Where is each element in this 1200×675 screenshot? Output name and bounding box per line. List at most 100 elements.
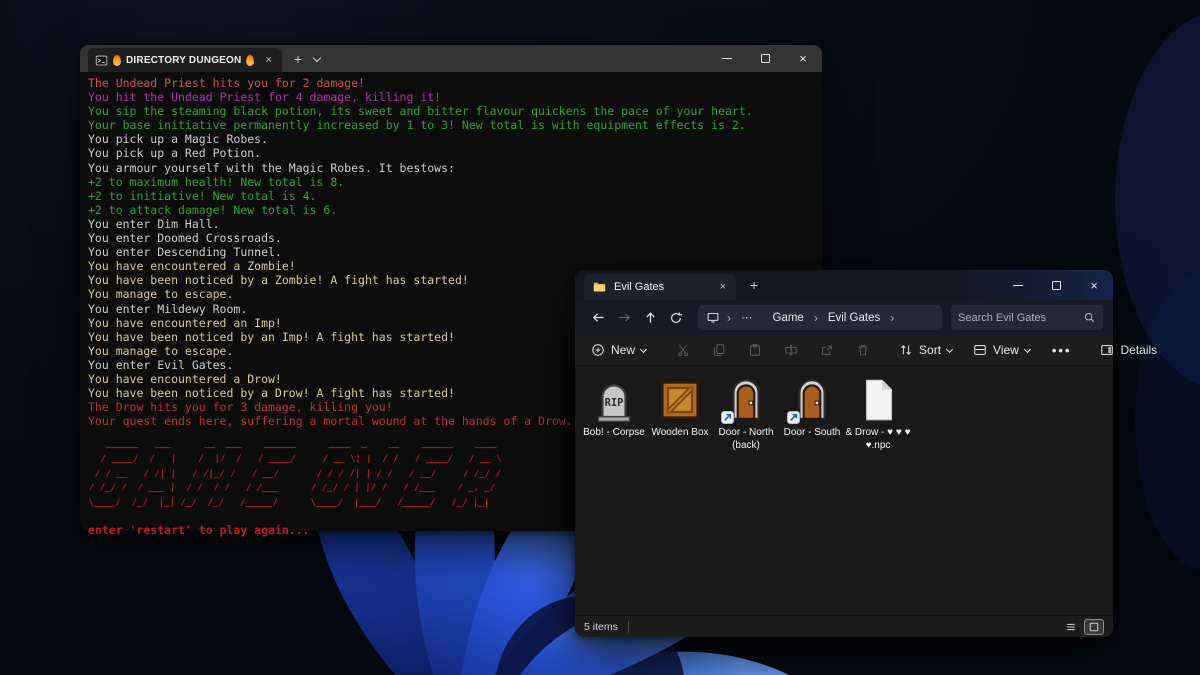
terminal-log-line: +2 to maximum health! New total is 8. bbox=[88, 175, 814, 189]
cut-button[interactable] bbox=[669, 340, 697, 360]
divider bbox=[628, 621, 629, 633]
shortcut-arrow-icon bbox=[787, 411, 800, 424]
file-grid[interactable]: RIP Bob! - Corpse Wooden Box Door - Nort… bbox=[575, 366, 1113, 615]
terminal-log-line: +2 to attack damage! New total is 6. bbox=[88, 203, 814, 217]
terminal-window-controls: × bbox=[708, 45, 822, 72]
file-label: Bob! - Corpse bbox=[581, 427, 647, 440]
search-input[interactable] bbox=[958, 312, 1079, 324]
file-tile[interactable]: Wooden Box bbox=[647, 375, 713, 440]
file-icon: RIP bbox=[589, 375, 639, 425]
address-bar[interactable]: › ··· Game › Evil Gates › bbox=[698, 305, 942, 330]
terminal-tab[interactable]: DIRECTORY DUNGEON × bbox=[88, 48, 282, 72]
shortcut-arrow-icon bbox=[721, 411, 734, 424]
back-button[interactable] bbox=[585, 305, 611, 331]
list-view-toggle[interactable] bbox=[1061, 619, 1081, 635]
paste-icon bbox=[748, 343, 762, 357]
more-options-button[interactable]: ••• bbox=[1045, 340, 1079, 361]
file-icon bbox=[787, 375, 837, 425]
search-box bbox=[951, 305, 1103, 330]
breadcrumb-chevron: › bbox=[887, 311, 897, 325]
chevron-down-icon bbox=[641, 347, 647, 353]
rename-button[interactable] bbox=[777, 340, 805, 360]
close-button[interactable]: × bbox=[784, 45, 822, 72]
new-tab-button[interactable]: + bbox=[294, 52, 302, 66]
explorer-statusbar: 5 items bbox=[575, 615, 1113, 637]
breadcrumb-overflow[interactable]: ··· bbox=[738, 311, 756, 325]
items-count: 5 items bbox=[584, 621, 618, 633]
rename-icon bbox=[784, 343, 798, 357]
copy-icon bbox=[712, 343, 726, 357]
breadcrumb-chevron: › bbox=[811, 311, 821, 325]
terminal-log-line: You hit the Undead Priest for 4 damage, … bbox=[88, 90, 814, 104]
search-icon bbox=[1083, 311, 1096, 324]
sort-button[interactable]: Sort bbox=[893, 340, 959, 360]
folder-icon bbox=[592, 280, 607, 294]
copy-button[interactable] bbox=[705, 340, 733, 360]
explorer-tab[interactable]: Evil Gates × bbox=[584, 274, 736, 300]
file-tile[interactable]: RIP Bob! - Corpse bbox=[581, 375, 647, 440]
details-button[interactable]: Details bbox=[1094, 340, 1163, 360]
up-button[interactable] bbox=[637, 305, 663, 331]
thumbnail-view-toggle[interactable] bbox=[1084, 619, 1104, 635]
explorer-navbar: › ··· Game › Evil Gates › bbox=[575, 300, 1113, 335]
refresh-button[interactable] bbox=[663, 305, 689, 331]
delete-button[interactable] bbox=[849, 340, 877, 360]
file-icon bbox=[655, 375, 705, 425]
sort-button-label: Sort bbox=[919, 343, 941, 357]
refresh-icon bbox=[669, 311, 683, 325]
file-explorer-window: Evil Gates × + × › ··· Game › bbox=[575, 270, 1113, 637]
file-tile[interactable]: & Drow - ♥ ♥ ♥ ♥.npc bbox=[845, 375, 911, 452]
share-button[interactable] bbox=[813, 340, 841, 360]
tab-close-icon[interactable]: × bbox=[718, 282, 728, 293]
tab-close-icon[interactable]: × bbox=[263, 55, 273, 66]
terminal-log-line: You armour yourself with the Magic Robes… bbox=[88, 161, 814, 175]
terminal-log-line: Your base initiative permanently increas… bbox=[88, 118, 814, 132]
file-tile[interactable]: Door - North (back) bbox=[713, 375, 779, 452]
back-arrow-icon bbox=[591, 310, 606, 325]
new-tab-button[interactable]: + bbox=[750, 278, 758, 292]
details-panel-icon bbox=[1100, 343, 1114, 357]
flame-icon bbox=[113, 55, 121, 66]
terminal-log-line: +2 to initiative! New total is 4. bbox=[88, 189, 814, 203]
forward-arrow-icon bbox=[617, 310, 632, 325]
view-icon bbox=[973, 343, 987, 357]
flame-icon bbox=[246, 55, 254, 66]
new-button[interactable]: New bbox=[585, 340, 653, 360]
minimize-button[interactable] bbox=[999, 270, 1037, 300]
thumbnail-view-icon bbox=[1088, 621, 1100, 633]
explorer-command-bar: New Sort View bbox=[575, 335, 1113, 366]
up-arrow-icon bbox=[643, 310, 658, 325]
breadcrumb-item-game[interactable]: Game bbox=[770, 311, 807, 325]
file-icon bbox=[853, 375, 903, 425]
close-button[interactable]: × bbox=[1075, 270, 1113, 300]
terminal-tab-title: DIRECTORY DUNGEON bbox=[126, 55, 241, 66]
file-icon bbox=[721, 375, 771, 425]
file-label: Wooden Box bbox=[647, 427, 713, 440]
file-label: & Drow - ♥ ♥ ♥ ♥.npc bbox=[845, 427, 911, 452]
maximize-button[interactable] bbox=[746, 45, 784, 72]
file-tile[interactable]: Door - South bbox=[779, 375, 845, 440]
paste-button[interactable] bbox=[741, 340, 769, 360]
wooden-crate-icon bbox=[655, 375, 705, 425]
view-button[interactable]: View bbox=[967, 340, 1037, 360]
terminal-log-line: You enter Descending Tunnel. bbox=[88, 245, 814, 259]
breadcrumb-item-evil-gates[interactable]: Evil Gates bbox=[825, 311, 883, 325]
terminal-log-line: You sip the steaming black potion, its s… bbox=[88, 104, 814, 118]
terminal-log-line: You pick up a Magic Robes. bbox=[88, 132, 814, 146]
document-icon bbox=[853, 375, 903, 425]
forward-button[interactable] bbox=[611, 305, 637, 331]
terminal-titlebar: DIRECTORY DUNGEON × + × bbox=[80, 45, 822, 72]
tab-dropdown-icon[interactable] bbox=[314, 55, 321, 62]
terminal-log-line: The Undead Priest hits you for 2 damage! bbox=[88, 76, 814, 90]
minimize-button[interactable] bbox=[708, 45, 746, 72]
svg-text:RIP: RIP bbox=[605, 397, 624, 409]
file-label: Door - South bbox=[779, 427, 845, 440]
maximize-button[interactable] bbox=[1037, 270, 1075, 300]
breadcrumb-chevron: › bbox=[724, 311, 734, 325]
chevron-down-icon bbox=[1025, 347, 1031, 353]
details-button-label: Details bbox=[1120, 343, 1157, 357]
this-pc-icon[interactable] bbox=[706, 311, 720, 324]
view-button-label: View bbox=[993, 343, 1019, 357]
console-icon bbox=[95, 54, 108, 67]
explorer-tab-title: Evil Gates bbox=[614, 281, 707, 293]
